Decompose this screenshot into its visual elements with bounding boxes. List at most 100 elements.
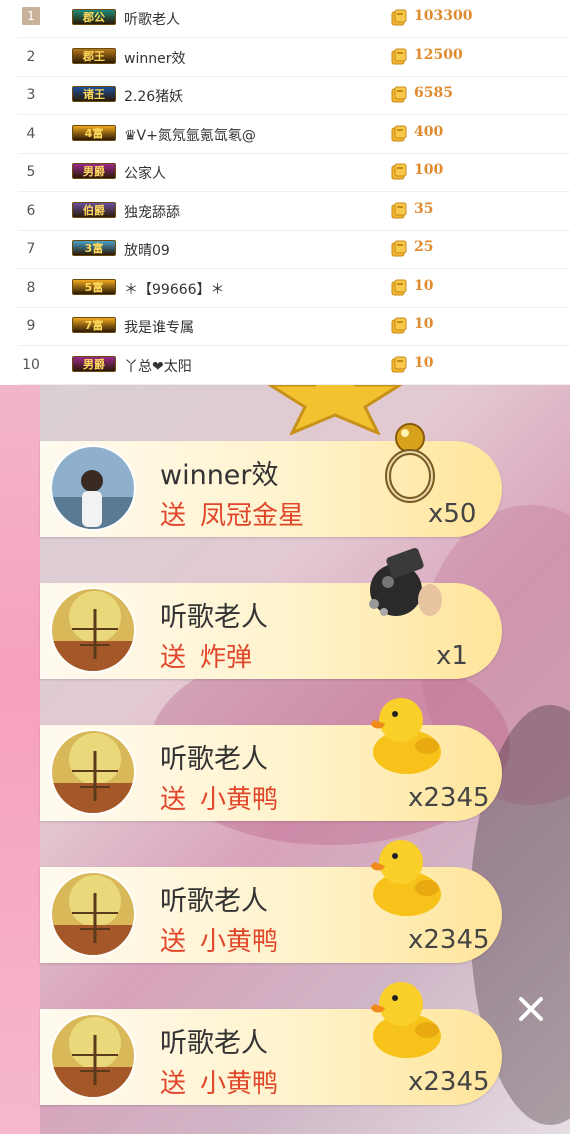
coin-icon [389,124,409,144]
noble-badge: 3富 [72,240,116,256]
avatar[interactable] [50,445,136,531]
ranking-row[interactable]: 4 4富 ♛V+氮氖氩氪氙氡@ 400 [0,116,570,154]
ranking-row[interactable]: 7 3富 放晴09 25 [0,231,570,269]
sender-name[interactable]: 听歌老人 [160,737,268,776]
contribution-value: 103300 [414,8,473,24]
gift-count: x2345 [408,925,490,955]
ranking-row[interactable]: 2 郡王 winner效 12500 [0,39,570,77]
coin-icon [389,47,409,67]
coin-icon [389,85,409,105]
duck-icon [365,690,449,784]
gift-description: 送小黄鸭 [160,921,278,958]
gift-count: x1 [436,641,468,671]
contribution-ranking-list: 1 郡公 听歌老人 103300 2 郡王 winner效 12500 3 诸王 2.26猪妖 658… [0,0,570,385]
noble-badge: 5富 [72,278,116,295]
noble-badge: 诸王 [72,86,116,102]
ranking-row[interactable]: 6 伯爵 独宠舔舔 35 [0,193,570,231]
ranking-username[interactable]: winner效 [124,48,185,68]
contribution-value: 400 [414,123,444,140]
gift-count: x2345 [408,1067,490,1097]
gift-message-card: 听歌老人送小黄鸭 x2345 [40,840,502,963]
rank-number: 4 [26,125,36,142]
send-label: 送 [160,1069,187,1099]
contribution-value: 100 [414,162,444,178]
contribution-value: 25 [414,239,434,255]
sender-name[interactable]: 听歌老人 [160,879,268,918]
rank-number: 9 [26,318,36,334]
gift-description: 送凤冠金星 [160,495,304,532]
noble-badge: 郡王 [72,47,116,64]
ranking-row[interactable]: 9 7富 我是谁专属 10 [0,308,570,346]
ranking-username[interactable]: 丫总❤太阳 [124,356,192,376]
rank-number: 7 [26,241,36,257]
ranking-username[interactable]: 我是谁专属 [124,317,194,337]
contribution-value: 6585 [414,85,453,101]
gift-name: 小黄鸭 [200,785,279,815]
gift-count: x2345 [408,783,490,813]
gift-description: 送小黄鸭 [160,1063,278,1100]
gift-description: 送小黄鸭 [160,779,278,816]
ranking-username[interactable]: 2.26猪妖 [124,86,183,106]
rank-number: 10 [22,356,40,373]
gift-message-card: 听歌老人送小黄鸭 x2345 [40,698,502,821]
gift-count: x50 [428,499,477,529]
contribution-value: 10 [414,277,434,294]
gift-message-card: 听歌老人送小黄鸭 x2345 [40,982,502,1105]
side-pink-bar [0,385,40,1134]
send-label: 送 [160,643,187,673]
coin-icon [389,316,409,336]
ring-icon [380,416,440,510]
ranking-username[interactable]: 独宠舔舔 [124,202,180,222]
gift-name: 小黄鸭 [200,1069,279,1099]
ranking-username[interactable]: ＊【99666】＊ [124,279,225,299]
contribution-value: 35 [414,200,434,217]
coin-icon [389,162,409,182]
rank-number: 5 [26,164,36,180]
gift-name: 炸弹 [200,643,253,673]
coin-icon [389,201,409,221]
rank-number: 8 [26,279,36,296]
gift-name: 凤冠金星 [200,501,305,531]
gift-message-card: 听歌老人送炸弹 x1 [40,547,502,679]
rank-number: 3 [26,87,36,103]
avatar[interactable] [50,729,136,815]
gift-message-card: winner效送凤冠金星 x50 [40,423,502,537]
rank-number: 2 [26,48,36,65]
rank-number: 6 [26,202,36,219]
live-stream-view: winner效送凤冠金星 x50 听歌老人送炸弹 x1 听歌老人送小黄鸭 x2345 听歌老… [0,385,570,1134]
coin-icon [389,278,409,298]
noble-badge: 7富 [72,317,116,333]
noble-badge: 伯爵 [72,201,116,218]
contribution-value: 12500 [414,46,463,63]
send-label: 送 [160,501,187,531]
bomb-icon [358,538,448,632]
gift-description: 送炸弹 [160,637,252,674]
noble-badge: 郡公 [72,9,116,25]
coin-icon [389,8,409,28]
avatar[interactable] [50,587,136,673]
ranking-username[interactable]: ♛V+氮氖氩氪氙氡@ [124,125,256,145]
ranking-row[interactable]: 1 郡公 听歌老人 103300 [0,0,570,38]
close-icon[interactable] [515,993,547,1025]
sender-name[interactable]: winner效 [160,453,279,492]
gift-name: 小黄鸭 [200,927,279,957]
sender-name[interactable]: 听歌老人 [160,1021,268,1060]
ranking-username[interactable]: 听歌老人 [124,9,180,29]
duck-icon [365,832,449,926]
sender-name[interactable]: 听歌老人 [160,595,268,634]
noble-badge: 4富 [72,124,116,141]
ranking-username[interactable]: 放晴09 [124,240,170,260]
ranking-row[interactable]: 8 5富 ＊【99666】＊ 10 [0,270,570,308]
ranking-row[interactable]: 3 诸王 2.26猪妖 6585 [0,77,570,115]
noble-badge: 男爵 [72,163,116,179]
ranking-row[interactable]: 10 男爵 丫总❤太阳 10 [0,347,570,385]
coin-icon [389,355,409,375]
send-label: 送 [160,785,187,815]
avatar[interactable] [50,871,136,957]
duck-icon [365,974,449,1068]
avatar[interactable] [50,1013,136,1099]
contribution-value: 10 [414,354,434,371]
ranking-row[interactable]: 5 男爵 公家人 100 [0,154,570,192]
ranking-username[interactable]: 公家人 [124,163,166,183]
coin-icon [389,239,409,259]
